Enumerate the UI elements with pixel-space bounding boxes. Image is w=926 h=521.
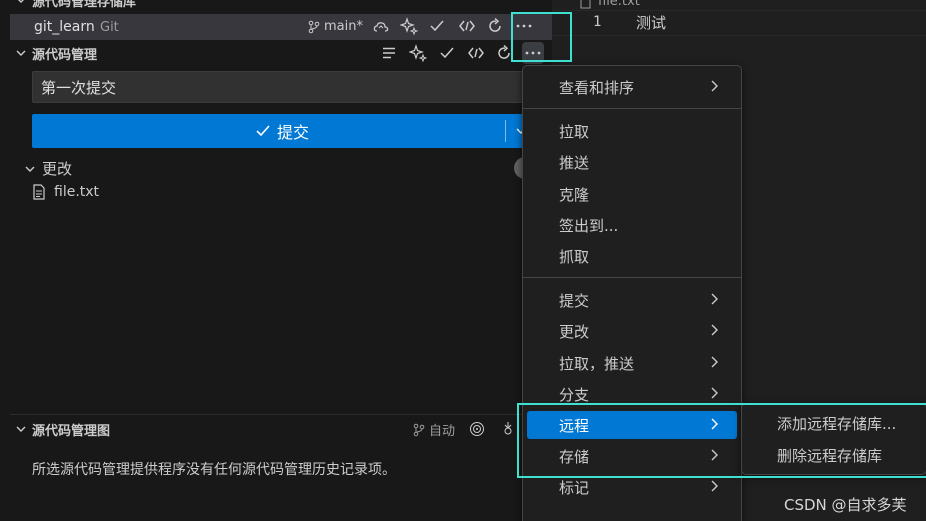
source-control-section-title: 源代码管理	[32, 47, 98, 63]
pull-push-icon[interactable]	[456, 15, 478, 37]
current-line-highlight	[552, 10, 926, 36]
commit-button[interactable]: 提交	[32, 114, 532, 148]
menu-item-label: 查看和排序	[559, 78, 635, 97]
menu-separator	[523, 277, 741, 278]
changed-file-row[interactable]: file.txt	[32, 184, 99, 200]
commit-message-input[interactable]: 第一次提交	[32, 71, 532, 103]
menu-item-fetch[interactable]: 抓取	[527, 242, 737, 270]
graph-section-title: 源代码管理图	[32, 423, 111, 439]
menu-item-label: 抓取	[559, 247, 590, 266]
sync-cloud-icon[interactable]	[370, 16, 392, 38]
activity-bar-edge	[0, 0, 10, 521]
changes-label: 更改	[42, 160, 73, 178]
branch-indicator[interactable]: main*	[308, 19, 363, 34]
graph-auto-selector[interactable]: 自动	[413, 420, 455, 439]
menu-item-label: 标记	[559, 478, 590, 497]
chevron-right-icon	[709, 323, 719, 337]
menu-item-label: 分支	[559, 385, 590, 404]
annotation-highlight-box	[511, 12, 572, 62]
check-icon	[255, 124, 271, 138]
sparkle-icon[interactable]	[398, 15, 420, 37]
section-divider	[10, 414, 552, 415]
commit-button-divider	[505, 120, 506, 142]
menu-item-pull[interactable]: 拉取	[527, 117, 737, 145]
watermark-text: CSDN @自求多芙	[784, 496, 907, 514]
menu-item-label: 更改	[559, 322, 590, 341]
chevron-right-icon	[709, 79, 719, 93]
editor-line-text[interactable]: 测试	[636, 12, 666, 33]
chevron-right-icon	[709, 479, 719, 493]
branch-name: main*	[324, 19, 363, 34]
graph-auto-label: 自动	[429, 424, 456, 439]
menu-item-changes[interactable]: 更改	[527, 317, 737, 345]
menu-item-label: 克隆	[559, 185, 590, 204]
editor-breadcrumb-label: file.txt	[598, 0, 640, 9]
menu-item-pull-push[interactable]: 拉取，推送	[527, 349, 737, 377]
menu-item-label: 推送	[559, 153, 590, 172]
editor-breadcrumb-file[interactable]: file.txt	[580, 0, 640, 9]
branch-icon	[413, 423, 425, 437]
chevron-down-icon	[24, 163, 36, 175]
annotation-highlight-box	[517, 403, 926, 478]
fetch-graph-icon[interactable]	[497, 418, 519, 440]
refresh-icon[interactable]	[484, 15, 506, 37]
check-icon[interactable]	[426, 15, 448, 37]
menu-item-view-and-sort[interactable]: 查看和排序	[527, 73, 737, 101]
repository-provider: Git	[100, 20, 119, 35]
chevron-down-icon	[10, 47, 32, 59]
view-as-list-icon[interactable]	[378, 42, 400, 64]
target-icon[interactable]	[466, 418, 488, 440]
repositories-section-header[interactable]: 源代码管理存储库	[10, 0, 552, 12]
file-icon	[580, 0, 592, 9]
changes-group[interactable]: 更改	[24, 158, 72, 179]
menu-item-label: 拉取，推送	[559, 354, 635, 373]
menu-item-push[interactable]: 推送	[527, 148, 737, 176]
branch-icon	[308, 20, 320, 34]
repositories-section-title: 源代码管理存储库	[32, 0, 137, 10]
repository-name: git_learn	[34, 19, 95, 35]
pull-push-icon[interactable]	[465, 42, 487, 64]
chevron-down-icon	[10, 0, 32, 6]
commit-check-icon[interactable]	[436, 42, 458, 64]
menu-item-clone[interactable]: 克隆	[527, 180, 737, 208]
menu-item-label: 签出到...	[559, 216, 619, 235]
chevron-right-icon	[709, 292, 719, 306]
menu-item-label: 拉取	[559, 122, 590, 141]
menu-item-checkout[interactable]: 签出到...	[527, 211, 737, 239]
chevron-right-icon	[709, 355, 719, 369]
sparkle-icon[interactable]	[407, 42, 429, 64]
menu-item-label: 提交	[559, 291, 590, 310]
changed-file-name: file.txt	[54, 184, 100, 200]
graph-empty-message: 所选源代码管理提供程序没有任何源代码管理历史记录项。	[32, 462, 396, 478]
chevron-down-icon	[10, 423, 32, 435]
menu-separator	[523, 108, 741, 109]
file-icon	[32, 184, 46, 200]
line-number: 1	[593, 14, 602, 30]
commit-button-label: 提交	[276, 123, 309, 142]
commit-message-text: 第一次提交	[41, 78, 117, 97]
menu-item-commit[interactable]: 提交	[527, 286, 737, 314]
chevron-right-icon	[709, 386, 719, 400]
